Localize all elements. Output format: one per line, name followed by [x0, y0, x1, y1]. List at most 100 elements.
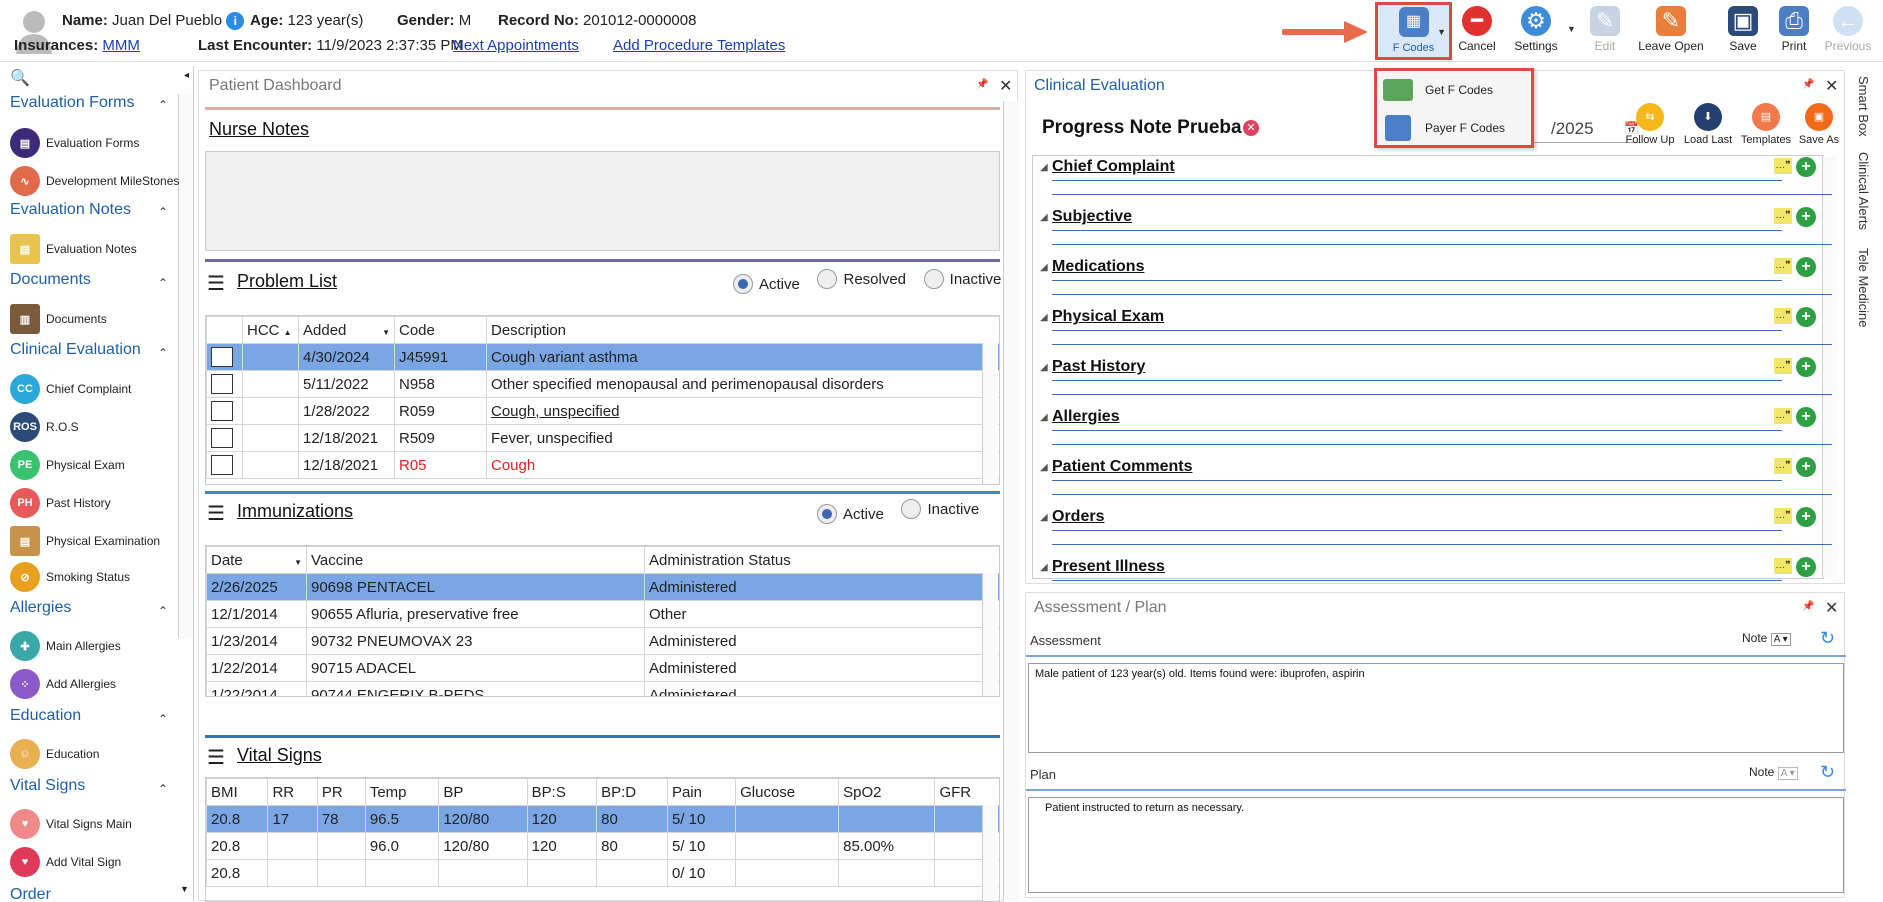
vitals-column-header[interactable]: SpO2	[838, 778, 936, 806]
nav-item-chief-complaint[interactable]: CC Chief Complaint	[10, 374, 131, 404]
collapse-triangle-icon[interactable]: ◢	[1040, 162, 1048, 173]
section-title[interactable]: Patient Comments	[1052, 458, 1192, 476]
section-education[interactable]: Education	[10, 707, 81, 725]
problem-list-scrollbar[interactable]	[982, 343, 998, 484]
immunizations-title[interactable]: Immunizations	[237, 501, 353, 522]
note-section[interactable]: ◢ Subjective …❞ +	[1040, 207, 1832, 248]
hamburger-icon[interactable]: ☰	[207, 745, 225, 770]
quote-icon[interactable]: …❞	[1774, 158, 1792, 174]
collapse-triangle-icon[interactable]: ◢	[1040, 312, 1048, 323]
collapse-triangle-icon[interactable]: ◢	[1040, 262, 1048, 273]
column-hcc[interactable]: HCC ▲	[242, 316, 299, 344]
note-dropdown[interactable]: Note A ▾	[1742, 631, 1791, 646]
add-icon[interactable]: +	[1796, 557, 1816, 577]
note-section[interactable]: ◢ Medications …❞ +	[1040, 257, 1832, 298]
note-section[interactable]: ◢ Allergies …❞ +	[1040, 407, 1832, 448]
quote-icon[interactable]: …❞	[1774, 358, 1792, 374]
table-row[interactable]: 12/1/2014 90655 Afluria, preservative fre…	[206, 600, 999, 628]
vitals-column-header[interactable]: Temp	[364, 778, 440, 806]
table-row[interactable]: 2/26/2025 90698 PENTACEL Administered	[206, 573, 999, 601]
dashboard-scrollbar[interactable]	[1003, 101, 1019, 901]
quote-icon[interactable]: …❞	[1774, 208, 1792, 224]
save-as-button[interactable]: ▣ Save As	[1794, 103, 1844, 146]
get-f-codes-item[interactable]: Get F Codes	[1379, 73, 1529, 107]
add-icon[interactable]: +	[1796, 407, 1816, 427]
section-title[interactable]: Physical Exam	[1052, 308, 1164, 326]
section-title[interactable]: Chief Complaint	[1052, 158, 1175, 176]
chevron-up-icon[interactable]: ⌃	[158, 604, 168, 618]
add-icon[interactable]: +	[1796, 507, 1816, 527]
column-code[interactable]: Code	[394, 316, 487, 344]
checkbox-icon[interactable]	[211, 401, 233, 421]
table-row[interactable]: 20.8 17 78 96.5 120/80 120 80 5/ 10	[206, 805, 999, 833]
section-title[interactable]: Medications	[1052, 258, 1144, 276]
pin-icon[interactable]: 📌	[1802, 79, 1814, 90]
edit-button[interactable]: ✎ Edit	[1577, 4, 1633, 58]
tab-clinical-alerts[interactable]: Clinical Alerts	[1856, 152, 1871, 230]
chevron-up-icon[interactable]: ⌃	[158, 276, 168, 290]
quote-icon[interactable]: …❞	[1774, 258, 1792, 274]
section-title[interactable]: Present Illness	[1052, 558, 1165, 576]
collapse-triangle-icon[interactable]: ◢	[1040, 362, 1048, 373]
previous-button[interactable]: ← Previous	[1820, 4, 1876, 58]
vitals-column-header[interactable]: BP	[438, 778, 528, 806]
quote-icon[interactable]: …❞	[1774, 308, 1792, 324]
section-title[interactable]: Subjective	[1052, 208, 1132, 226]
filter-resolved-radio[interactable]: Resolved	[817, 269, 906, 289]
chevron-up-icon[interactable]: ⌃	[158, 782, 168, 796]
immunizations-scrollbar[interactable]	[982, 573, 998, 696]
nav-item-add-allergies[interactable]: ⁘ Add Allergies	[10, 669, 116, 699]
column-administration-status[interactable]: Administration Status	[644, 546, 999, 574]
section-allergies[interactable]: Allergies	[10, 599, 71, 617]
vitals-column-header[interactable]: Pain	[666, 778, 737, 806]
table-row[interactable]: 20.8 96.0 120/80 120 80 5/ 10 85.00%	[206, 832, 999, 860]
nav-item-evaluation-notes[interactable]: ▤ Evaluation Notes	[10, 234, 137, 264]
tab-tele-medicine[interactable]: Tele Medicine	[1856, 248, 1871, 328]
collapse-triangle-icon[interactable]: ◢	[1040, 412, 1048, 423]
collapse-triangle-icon[interactable]: ◢	[1040, 562, 1048, 573]
settings-button[interactable]: ⚙ Settings	[1508, 4, 1564, 58]
nav-item-development-milestones[interactable]: ∿ Development MileStones	[10, 166, 179, 196]
imm-active-radio[interactable]: Active	[817, 504, 884, 524]
nurse-notes-textarea[interactable]	[205, 151, 1000, 251]
chevron-up-icon[interactable]: ⌃	[158, 712, 168, 726]
column-description[interactable]: Description	[486, 316, 999, 344]
nav-item-ros[interactable]: ROS R.O.S	[10, 412, 79, 442]
collapse-nav-icon[interactable]: ◂	[184, 70, 189, 81]
add-icon[interactable]: +	[1796, 357, 1816, 377]
filter-inactive-radio[interactable]: Inactive	[923, 269, 1001, 289]
tab-smart-box[interactable]: Smart Box	[1856, 76, 1871, 137]
column-date[interactable]: Date ▼	[206, 546, 307, 574]
vitals-column-header[interactable]: GFR	[934, 778, 999, 806]
table-row[interactable]: 4/30/2024 J45991 Cough variant asthma	[206, 343, 999, 371]
vitals-column-header[interactable]: BP:D	[596, 778, 668, 806]
chevron-down-icon[interactable]: ▼	[1437, 27, 1446, 37]
pin-icon[interactable]: 📌	[1802, 601, 1814, 612]
table-row[interactable]: 1/23/2014 90732 PNEUMOVAX 23 Administered	[206, 627, 999, 655]
refresh-icon[interactable]: ↻	[1820, 628, 1835, 649]
quote-icon[interactable]: …❞	[1774, 508, 1792, 524]
info-icon[interactable]: i	[226, 12, 245, 30]
payer-f-codes-item[interactable]: Payer F Codes	[1379, 111, 1529, 145]
table-row[interactable]: 20.8 0/ 10	[206, 859, 999, 887]
row-checkbox[interactable]	[206, 424, 243, 452]
hamburger-icon[interactable]: ☰	[207, 501, 225, 526]
nav-item-evaluation-forms[interactable]: ▤ Evaluation Forms	[10, 128, 139, 158]
save-button[interactable]: ▣ Save	[1715, 4, 1771, 58]
table-row[interactable]: 1/22/2014 90715 ADACEL Administered	[206, 654, 999, 682]
quote-icon[interactable]: …❞	[1774, 408, 1792, 424]
add-icon[interactable]: +	[1796, 207, 1816, 227]
collapse-triangle-icon[interactable]: ◢	[1040, 462, 1048, 473]
quote-icon[interactable]: …❞	[1774, 558, 1792, 574]
remove-note-icon[interactable]: ✕	[1243, 120, 1259, 136]
collapse-triangle-icon[interactable]: ◢	[1040, 212, 1048, 223]
note-dropdown[interactable]: Note A ▾	[1749, 765, 1798, 780]
vitals-column-header[interactable]: RR	[267, 778, 318, 806]
plan-textarea[interactable]: Patient instructed to return as necessar…	[1028, 797, 1844, 893]
note-section[interactable]: ◢ Chief Complaint …❞ +	[1040, 157, 1832, 198]
section-vital-signs[interactable]: Vital Signs	[10, 777, 85, 795]
problem-list-title[interactable]: Problem List	[237, 271, 337, 292]
settings-dropdown-icon[interactable]: ▼	[1567, 24, 1576, 34]
row-checkbox[interactable]	[206, 451, 243, 479]
insurance-link[interactable]: MMM	[102, 37, 140, 54]
